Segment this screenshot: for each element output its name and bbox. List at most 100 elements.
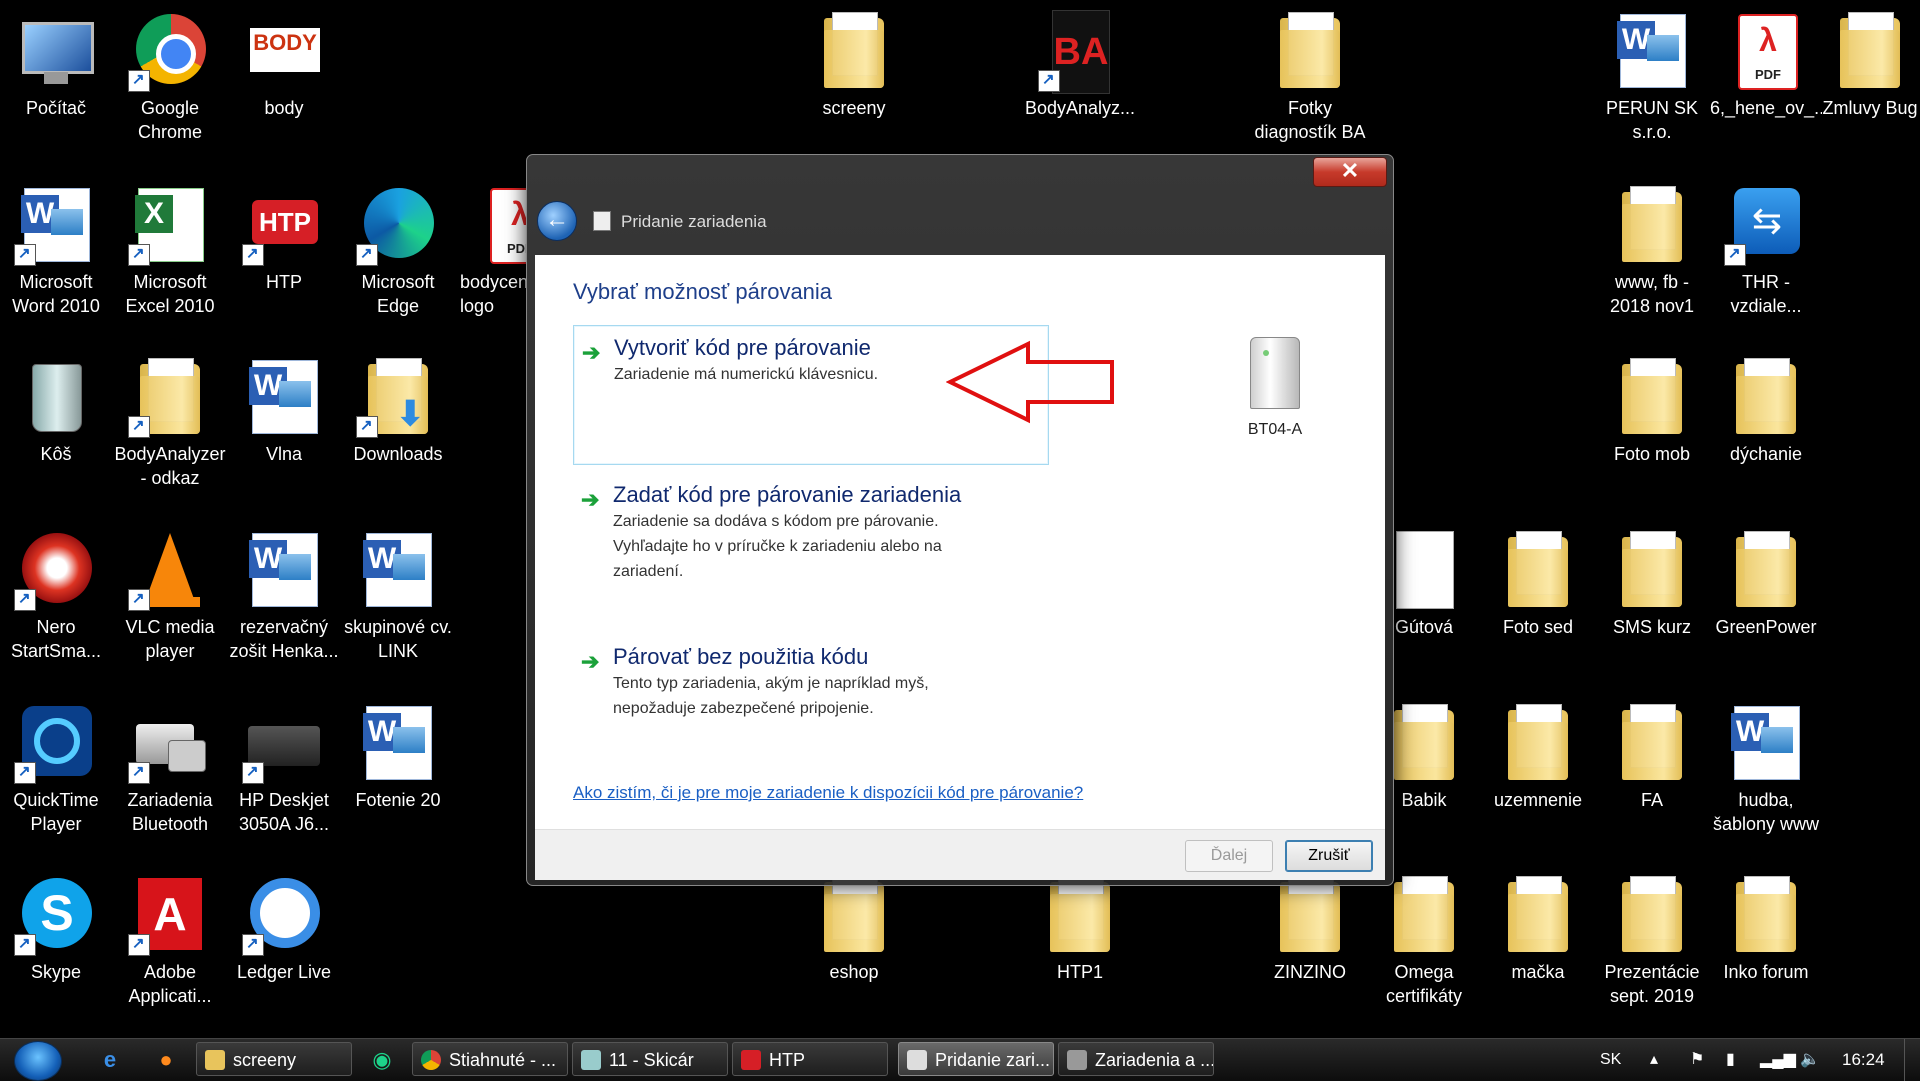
- close-button[interactable]: ✕: [1313, 157, 1387, 187]
- icon-label: Skype: [30, 962, 82, 982]
- next-button[interactable]: Ďalej: [1185, 840, 1273, 872]
- desktop-icon-fa[interactable]: FA: [1596, 692, 1708, 812]
- icon-label: screeny: [822, 98, 886, 118]
- internet-explorer-icon[interactable]: e: [90, 1043, 130, 1077]
- desktop-icon-skype[interactable]: S Skype: [0, 864, 112, 984]
- word-icon: [14, 182, 98, 266]
- pairing-code-help-link[interactable]: Ako zistím, či je pre moje zariadenie k …: [573, 783, 1083, 803]
- folder-icon: [1496, 700, 1580, 784]
- taskbar-button-stiahnute[interactable]: Stiahnuté - ...: [412, 1042, 568, 1076]
- folder-icon: [1610, 182, 1694, 266]
- cancel-button[interactable]: Zrušiť: [1285, 840, 1373, 872]
- desktop-icon-ledger-live[interactable]: Ledger Live: [228, 864, 340, 984]
- folder-icon: [1382, 872, 1466, 956]
- icon-label: THR - vzdiale...: [1730, 272, 1802, 316]
- desktop-icon-edge[interactable]: Microsoft Edge: [342, 174, 454, 318]
- desktop-icon-teamviewer[interactable]: ⇆ THR - vzdiale...: [1710, 174, 1822, 318]
- desktop-icon-chrome[interactable]: Google Chrome: [114, 0, 226, 144]
- desktop-icon-bluetooth-devices[interactable]: Zariadenia Bluetooth: [114, 692, 226, 836]
- desktop-icon-screeny[interactable]: screeny: [798, 0, 910, 120]
- desktop-icon-fotky-diagnostik[interactable]: Fotky diagnostík BA: [1254, 0, 1366, 144]
- desktop-icon-adobe[interactable]: A Adobe Applicati...: [114, 864, 226, 1008]
- document-icon: [1382, 527, 1466, 611]
- annotation-arrow-icon: [946, 340, 1114, 424]
- taskbar-button-htp[interactable]: HTP: [732, 1042, 888, 1076]
- show-desktop-button[interactable]: [1904, 1039, 1920, 1081]
- firefox-icon[interactable]: ●: [146, 1043, 186, 1077]
- desktop-icon-inko-forum[interactable]: Inko forum: [1710, 864, 1822, 984]
- desktop-icon-excel[interactable]: Microsoft Excel 2010: [114, 174, 226, 318]
- folder-icon: [1610, 354, 1694, 438]
- desktop-icon-bodycen-logo[interactable]: bodycen logo: [456, 174, 526, 318]
- desktop-icon-sms-kurz[interactable]: SMS kurz: [1596, 519, 1708, 639]
- start-button[interactable]: [14, 1041, 62, 1081]
- desktop-icon-quicktime[interactable]: QuickTime Player: [0, 692, 112, 836]
- folder-icon: [1496, 527, 1580, 611]
- show-hidden-icons-icon[interactable]: ▴: [1650, 1039, 1658, 1081]
- option-pair-without-code[interactable]: ➔ Párovať bez použitia kódu Tento typ za…: [573, 635, 1047, 721]
- desktop-icon-uzemnenie[interactable]: uzemnenie: [1482, 692, 1594, 812]
- teamviewer-icon: ⇆: [1724, 182, 1808, 266]
- icon-label: 6,_hene_ov_...: [1710, 98, 1822, 118]
- desktop-icon-body[interactable]: BODY body: [228, 0, 340, 120]
- language-indicator[interactable]: SK: [1600, 1039, 1621, 1081]
- desktop-icon-downloads[interactable]: ⬇ Downloads: [342, 346, 454, 466]
- desktop-icon-www-fb[interactable]: www, fb - 2018 nov1: [1596, 174, 1708, 318]
- desktop-icon-htp[interactable]: HTP HTP: [228, 174, 340, 294]
- desktop-icon-dychanie[interactable]: dýchanie: [1710, 346, 1822, 466]
- taskbar-button-devices[interactable]: Zariadenia a ...: [1058, 1042, 1214, 1076]
- desktop-icon-word[interactable]: Microsoft Word 2010: [0, 174, 112, 318]
- desktop-icon-vlc[interactable]: VLC media player: [114, 519, 226, 663]
- recycle-bin-icon: [14, 354, 98, 438]
- back-arrow-icon[interactable]: ←: [537, 201, 577, 241]
- icon-label: skupinové cv. LINK: [344, 617, 452, 661]
- desktop-icon-skupinove-cv[interactable]: skupinové cv. LINK: [342, 519, 454, 663]
- edge-icon[interactable]: ◉: [362, 1043, 402, 1077]
- folder-icon: [1724, 354, 1808, 438]
- icon-label: Vlna: [265, 444, 303, 464]
- edge-icon: [356, 182, 440, 266]
- desktop-icon-macka[interactable]: mačka: [1482, 864, 1594, 984]
- desktop-icon-bodyanalyzer[interactable]: BA BodyAnalyz...: [1024, 0, 1136, 120]
- network-signal-icon[interactable]: ▂▄▆: [1760, 1039, 1796, 1081]
- desktop-icon-vlna[interactable]: Vlna: [228, 346, 340, 466]
- desktop-icon-zmluvy[interactable]: Zmluvy Bug: [1820, 0, 1920, 120]
- word-document-icon: [242, 527, 326, 611]
- desktop-icon-pdf-file[interactable]: 6,_hene_ov_...: [1710, 0, 1822, 120]
- desktop-icon-foto-mob[interactable]: Foto mob: [1596, 346, 1708, 466]
- icon-label: Google Chrome: [137, 98, 203, 142]
- chrome-icon: [421, 1050, 441, 1070]
- desktop-icon-prezentacie[interactable]: Prezentácie sept. 2019: [1596, 864, 1708, 1008]
- folder-icon: [1828, 8, 1912, 92]
- desktop-icon-recycle-bin[interactable]: Kôš: [0, 346, 112, 466]
- icon-label: BodyAnalyz...: [1024, 98, 1136, 118]
- desktop-icon-bodyanalyzer-link[interactable]: BodyAnalyzer - odkaz: [114, 346, 226, 490]
- desktop-icon-hp-deskjet[interactable]: HP Deskjet 3050A J6...: [228, 692, 340, 836]
- desktop-icon-fotenie-20[interactable]: Fotenie 20: [342, 692, 454, 812]
- folder-icon: [812, 8, 896, 92]
- icon-label: rezervačný zošit Henka...: [229, 617, 339, 661]
- device-preview: BT04-A: [1215, 337, 1335, 439]
- desktop-icon-foto-sed[interactable]: Foto sed: [1482, 519, 1594, 639]
- taskbar-label: 11 - Skicár: [609, 1050, 694, 1070]
- taskbar-button-add-device[interactable]: Pridanie zari...: [898, 1042, 1054, 1076]
- option-enter-pairing-code[interactable]: ➔ Zadať kód pre párovanie zariadenia Zar…: [573, 473, 1047, 584]
- clock[interactable]: 16:24: [1842, 1039, 1885, 1081]
- taskbar-button-paint[interactable]: 11 - Skicár: [572, 1042, 728, 1076]
- desktop-icon-perun[interactable]: PERUN SK s.r.o.: [1596, 0, 1708, 144]
- pdf-icon: [1724, 8, 1808, 92]
- action-center-flag-icon[interactable]: ⚑: [1690, 1039, 1704, 1081]
- desktop-icon-computer[interactable]: Počítač: [0, 0, 112, 120]
- folder-icon: [1382, 700, 1466, 784]
- icon-label: HTP: [266, 272, 302, 292]
- desktop-icon-nero[interactable]: Nero StartSma...: [0, 519, 112, 663]
- icon-label: FA: [1640, 790, 1663, 810]
- power-icon[interactable]: ▮: [1726, 1039, 1735, 1081]
- icon-label: Zariadenia Bluetooth: [127, 790, 213, 834]
- desktop-icon-hudba-sablony[interactable]: hudba, šablony www: [1710, 692, 1822, 836]
- device-icon: [1250, 337, 1300, 409]
- desktop-icon-greenpower[interactable]: GreenPower: [1710, 519, 1822, 639]
- taskbar-button-screeny[interactable]: screeny: [196, 1042, 352, 1076]
- volume-icon[interactable]: 🔈: [1800, 1039, 1820, 1081]
- desktop-icon-rezervacny-zosit[interactable]: rezervačný zošit Henka...: [228, 519, 340, 663]
